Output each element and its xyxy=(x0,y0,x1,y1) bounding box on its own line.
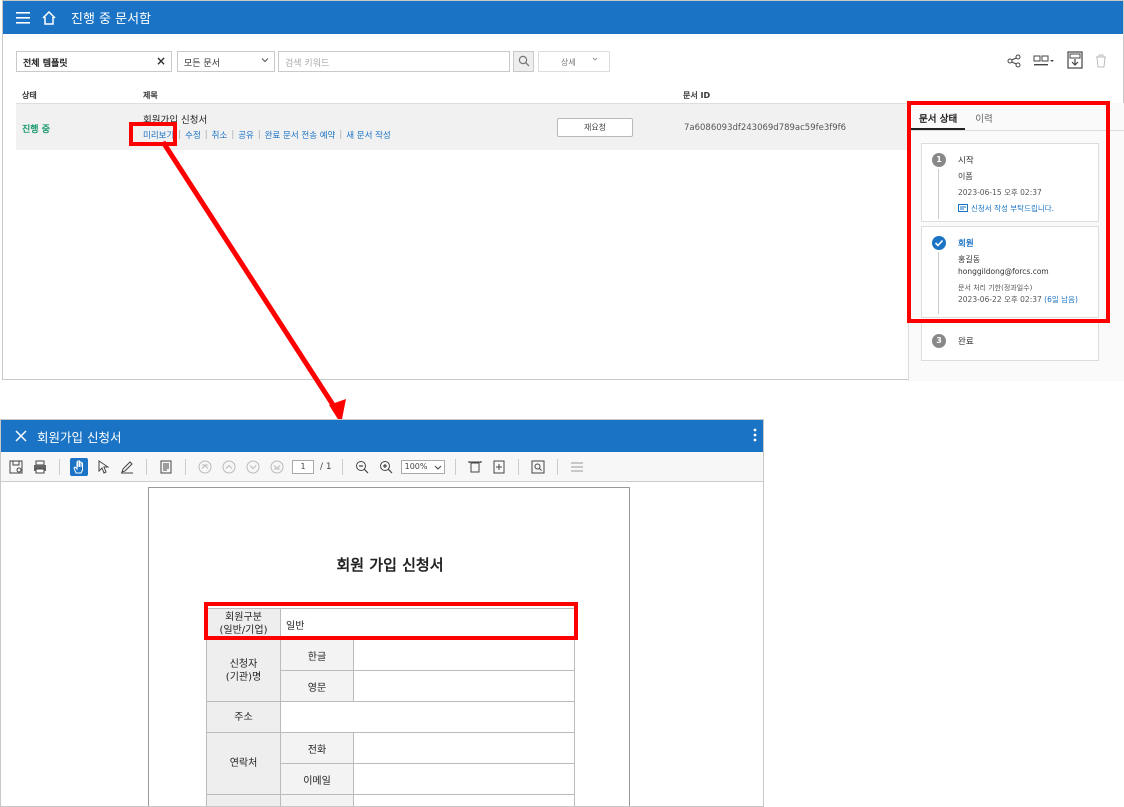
viewer-toolbar: 1 / 1 100% xyxy=(1,452,763,482)
table-row: 신청자 (기관)명 한글 xyxy=(206,639,575,702)
table-row: 주소 xyxy=(206,701,575,733)
address-label: 주소 xyxy=(206,701,281,733)
email-label: 이메일 xyxy=(280,763,354,795)
zoom-in-icon[interactable] xyxy=(377,458,395,476)
fit-width-icon[interactable] xyxy=(466,458,484,476)
page-total: / 1 xyxy=(320,461,332,472)
print-icon[interactable] xyxy=(31,458,49,476)
english-name-label: 영문 xyxy=(280,670,354,702)
page-number-input[interactable]: 1 xyxy=(292,459,314,474)
save-icon[interactable] xyxy=(7,458,25,476)
email-field[interactable] xyxy=(353,763,575,795)
applicant-name-label: 신청자 (기관)명 xyxy=(206,639,281,702)
table-row xyxy=(206,794,575,806)
table-row: 연락처 전화 xyxy=(206,732,575,795)
korean-name-label: 한글 xyxy=(280,639,354,671)
zoom-select[interactable]: 100% xyxy=(400,459,445,477)
find-icon[interactable] xyxy=(529,458,547,476)
chevron-down-icon xyxy=(434,461,442,477)
select-tool-icon[interactable] xyxy=(94,458,112,476)
preview-title: 회원가입 신청서 xyxy=(37,429,122,445)
document-canvas: 회원 가입 신청서 회원구분 (일반/기업) 일반 신청자 (기관)명 한글 영… xyxy=(1,482,763,806)
phone-field[interactable] xyxy=(353,732,575,764)
fit-page-icon[interactable] xyxy=(490,458,508,476)
zoom-out-icon[interactable] xyxy=(353,458,371,476)
document-page: 회원 가입 신청서 회원구분 (일반/기업) 일반 신청자 (기관)명 한글 영… xyxy=(148,487,630,806)
hand-tool-icon[interactable] xyxy=(70,457,88,476)
first-page-icon[interactable] xyxy=(196,458,214,476)
pen-icon[interactable] xyxy=(118,458,136,476)
more-vert-icon[interactable] xyxy=(753,428,757,446)
address-field[interactable] xyxy=(280,701,575,733)
document-heading: 회원 가입 신청서 xyxy=(336,556,444,574)
page-view-icon[interactable] xyxy=(157,458,175,476)
member-type-callout-box xyxy=(204,602,578,640)
close-icon[interactable] xyxy=(15,427,27,446)
korean-name-field[interactable] xyxy=(353,639,575,671)
preview-title-bar: 회원가입 신청서 xyxy=(1,420,763,452)
last-page-icon[interactable] xyxy=(268,458,286,476)
phone-label: 전화 xyxy=(280,732,354,764)
english-name-field[interactable] xyxy=(353,670,575,702)
prev-page-icon[interactable] xyxy=(220,458,238,476)
menu-icon[interactable] xyxy=(568,458,586,476)
contact-label: 연락처 xyxy=(206,732,281,795)
next-page-icon[interactable] xyxy=(244,458,262,476)
